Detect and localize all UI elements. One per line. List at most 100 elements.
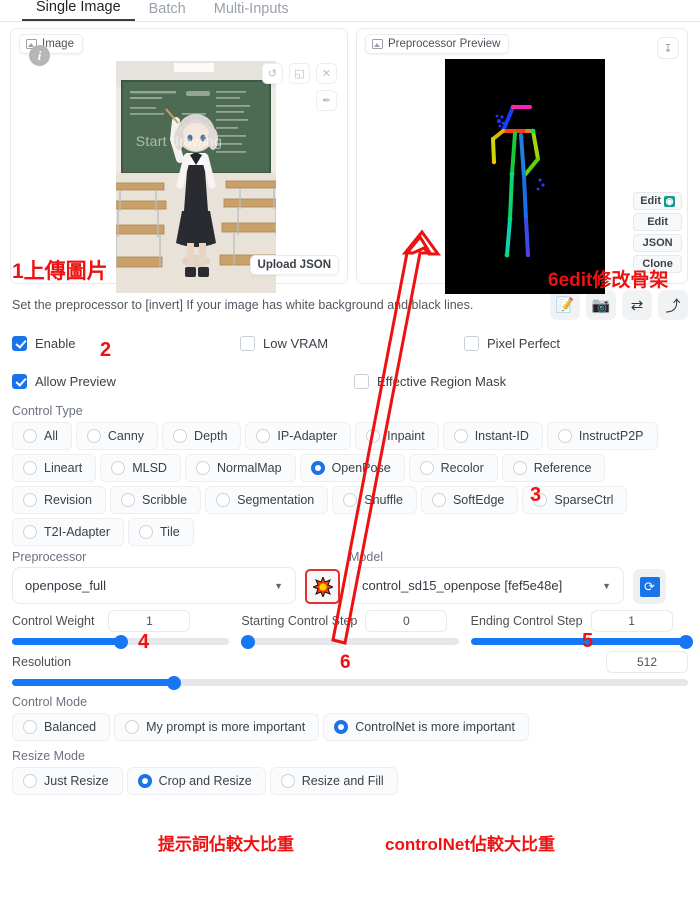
control-type-option-scribble[interactable]: Scribble (109, 486, 202, 514)
control-type-option-tile[interactable]: Tile (128, 518, 194, 546)
ending-control-step-track[interactable] (470, 634, 693, 649)
low-vram-checkbox[interactable]: Low VRAM (240, 335, 464, 351)
effective-region-mask-checkbox[interactable]: Effective Region Mask (354, 373, 506, 389)
json-button[interactable]: JSON (633, 234, 682, 252)
control-type-option-t2i-adapter[interactable]: T2I-Adapter (12, 518, 125, 546)
model-dropdown[interactable]: control_sd15_openpose [fef5e48e] ▼ (349, 567, 624, 604)
resize-mode-option-resize-and-fill[interactable]: Resize and Fill (269, 767, 398, 795)
download-icon[interactable]: ↧ (657, 37, 679, 59)
radio-icon[interactable] (23, 493, 37, 507)
enable-checkbox-box[interactable] (12, 335, 27, 351)
tab-batch[interactable]: Batch (135, 0, 200, 21)
chevron-down-icon-model[interactable]: ▼ (602, 581, 611, 591)
starting-control-step-value[interactable]: 0 (365, 610, 448, 632)
openpose-skeleton-canvas[interactable] (445, 59, 605, 294)
allow-preview-checkbox-box[interactable] (12, 373, 27, 389)
radio-icon[interactable] (216, 493, 231, 507)
control-type-option-all[interactable]: All (12, 422, 72, 450)
control-type-option-depth[interactable]: Depth (162, 422, 242, 450)
radio-icon[interactable] (23, 525, 37, 539)
run-preprocessor-button[interactable] (305, 569, 340, 604)
control-type-option-normalmap[interactable]: NormalMap (184, 454, 296, 482)
control-type-option-canny[interactable]: Canny (75, 422, 159, 450)
radio-icon[interactable] (86, 429, 101, 443)
chevron-down-icon[interactable]: ▼ (274, 581, 283, 591)
info-icon[interactable]: i (29, 45, 50, 66)
control-weight-track[interactable] (12, 634, 230, 649)
radio-icon[interactable] (533, 493, 548, 507)
upload-json-button[interactable]: Upload JSON (249, 255, 339, 275)
low-vram-checkbox-box[interactable] (240, 335, 255, 351)
radio-icon[interactable] (23, 461, 37, 475)
radio-icon[interactable] (280, 774, 295, 788)
radio-icon[interactable] (310, 461, 325, 475)
resolution-track[interactable] (12, 675, 688, 690)
control-type-option-inpaint[interactable]: Inpaint (355, 422, 439, 450)
edit-button[interactable]: Edit (633, 213, 682, 231)
radio-icon[interactable] (334, 720, 349, 734)
control-type-option-sparsectrl[interactable]: SparseCtrl (522, 486, 628, 514)
send-icon[interactable]: ⤴ (658, 290, 688, 320)
preprocessor-dropdown[interactable]: openpose_full ▼ (12, 567, 296, 604)
radio-icon[interactable] (23, 774, 37, 788)
radio-icon[interactable] (120, 493, 135, 507)
edit-with-plugin-button[interactable]: Edit ◉ (633, 192, 682, 210)
tab-single-image[interactable]: Single Image (22, 0, 135, 21)
pen-icon[interactable]: ✒ (316, 90, 337, 111)
swap-icon[interactable]: ⇄ (622, 290, 652, 320)
refresh-models-button[interactable]: ⟳ (633, 569, 666, 604)
eraser-icon[interactable]: ◱ (289, 63, 310, 84)
control-type-option-revision[interactable]: Revision (12, 486, 106, 514)
radio-icon[interactable] (173, 429, 188, 443)
tab-multi-inputs[interactable]: Multi-Inputs (200, 0, 303, 21)
pixel-perfect-checkbox[interactable]: Pixel Perfect (464, 335, 560, 351)
control-type-option-softedge[interactable]: SoftEdge (420, 486, 519, 514)
enable-checkbox[interactable]: Enable (12, 335, 240, 351)
control-mode-option-balanced[interactable]: Balanced (12, 713, 111, 741)
radio-icon[interactable] (453, 429, 468, 443)
control-weight-value[interactable]: 1 (108, 610, 191, 632)
radio-icon[interactable] (195, 461, 210, 475)
control-mode-option-controlnet-is-more-important[interactable]: ControlNet is more important (323, 713, 529, 741)
resize-mode-option-crop-and-resize[interactable]: Crop and Resize (126, 767, 266, 795)
resolution-value[interactable]: 512 (606, 651, 688, 673)
clone-button[interactable]: Clone (633, 255, 682, 273)
radio-icon[interactable] (23, 429, 37, 443)
radio-icon[interactable] (343, 493, 358, 507)
radio-icon[interactable] (557, 429, 572, 443)
control-type-option-segmentation[interactable]: Segmentation (205, 486, 329, 514)
undo-icon[interactable]: ↺ (262, 63, 283, 84)
source-image-panel[interactable]: Image i Start drawing ↺ ◱ ✕ ✒ Upload JSO… (10, 28, 348, 293)
starting-control-step-track[interactable] (240, 634, 459, 649)
control-type-option-mlsd[interactable]: MLSD (100, 454, 181, 482)
radio-icon[interactable] (137, 774, 152, 788)
radio-icon[interactable] (23, 720, 37, 734)
control-type-option-openpose[interactable]: OpenPose (299, 454, 405, 482)
radio-icon[interactable] (125, 720, 140, 734)
radio-icon[interactable] (139, 525, 154, 539)
close-icon[interactable]: ✕ (316, 63, 337, 84)
control-type-option-reference[interactable]: Reference (501, 454, 606, 482)
control-type-option-instructp2p[interactable]: InstructP2P (546, 422, 658, 450)
preprocessor-preview-panel[interactable]: Preprocessor Preview ↧ Edit ◉ Edit JSON … (356, 28, 688, 294)
radio-icon[interactable] (366, 429, 381, 443)
resize-mode-option-just-resize[interactable]: Just Resize (12, 767, 123, 795)
radio-icon[interactable] (256, 429, 271, 443)
control-type-option-ip-adapter[interactable]: IP-Adapter (245, 422, 352, 450)
camera-icon[interactable]: 📷 (586, 290, 616, 320)
edit-note-icon[interactable]: 📝 (550, 290, 580, 320)
control-type-option-lineart[interactable]: Lineart (12, 454, 97, 482)
control-type-option-instant-id[interactable]: Instant-ID (442, 422, 543, 450)
control-type-option-recolor[interactable]: Recolor (408, 454, 498, 482)
radio-icon[interactable] (431, 493, 446, 507)
preprocessor-preview-badge: Preprocessor Preview (365, 34, 510, 54)
allow-preview-checkbox[interactable]: Allow Preview (12, 373, 240, 389)
control-type-option-shuffle[interactable]: Shuffle (332, 486, 417, 514)
control-mode-option-my-prompt-is-more-important[interactable]: My prompt is more important (114, 713, 320, 741)
radio-icon[interactable] (512, 461, 527, 475)
ending-control-step-value[interactable]: 1 (590, 610, 673, 632)
radio-icon[interactable] (419, 461, 434, 475)
effective-region-mask-checkbox-box[interactable] (354, 373, 369, 389)
pixel-perfect-checkbox-box[interactable] (464, 335, 479, 351)
radio-icon[interactable] (111, 461, 126, 475)
